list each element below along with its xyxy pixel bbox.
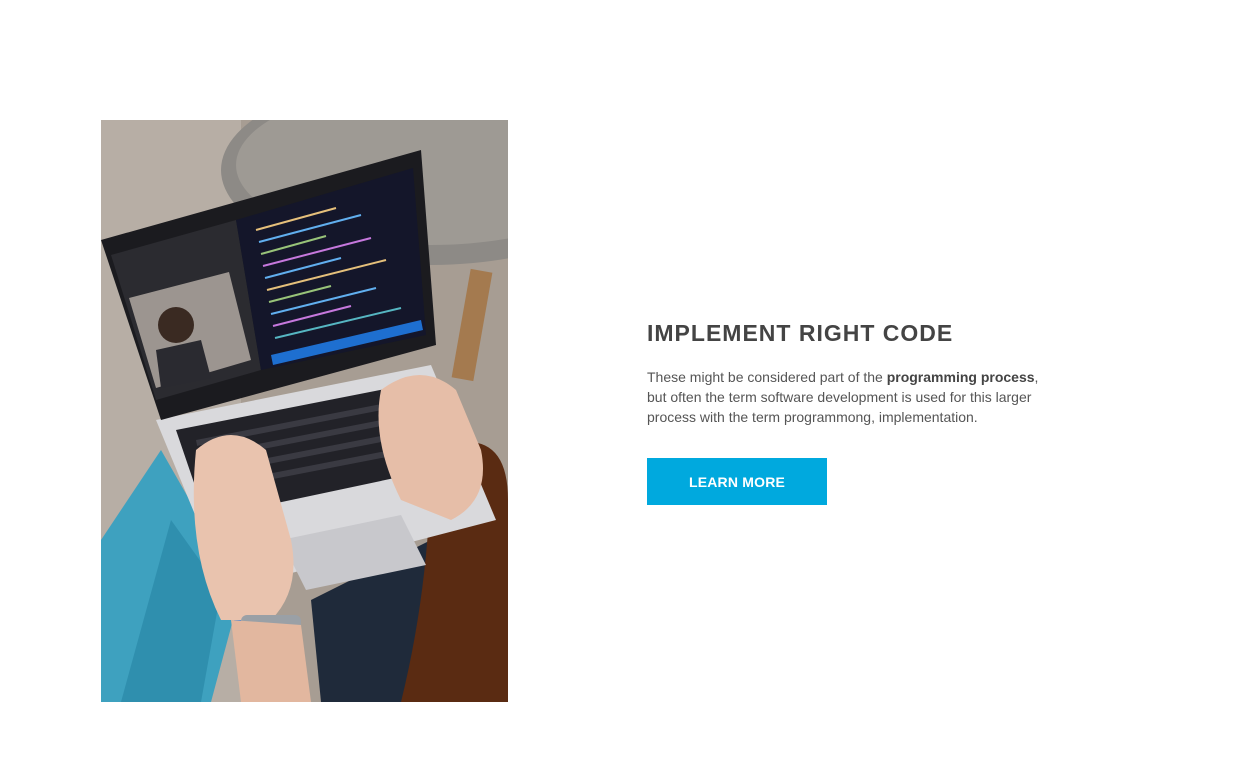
feature-title: IMPLEMENT RIGHT CODE xyxy=(647,320,954,346)
description-text-start: These might be considered part of the xyxy=(647,369,887,385)
feature-content: IMPLEMENT RIGHT CODE These might be cons… xyxy=(647,318,1067,505)
description-highlight: programming process xyxy=(886,369,1035,385)
feature-section: IMPLEMENT RIGHT CODE These might be cons… xyxy=(0,0,1258,768)
feature-description: These might be considered part of the pr… xyxy=(647,367,1047,427)
feature-image xyxy=(101,120,508,702)
learn-more-button[interactable]: LEARN MORE xyxy=(647,458,827,505)
